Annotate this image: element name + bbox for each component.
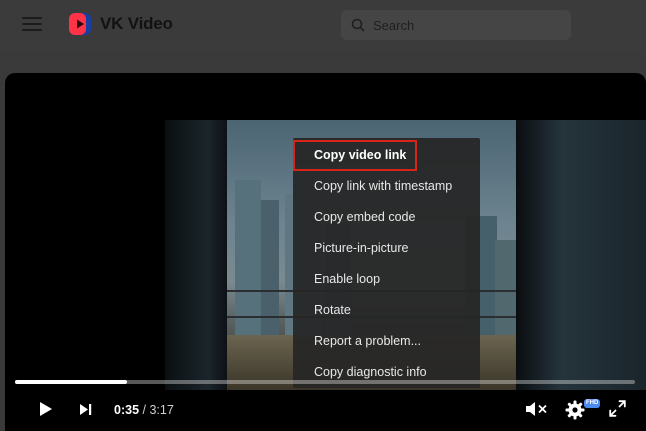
search-input[interactable] (373, 17, 553, 33)
progress-bar[interactable] (15, 380, 635, 384)
search-icon (351, 18, 365, 32)
video-player[interactable]: Copy video link Copy link with timestamp… (5, 73, 646, 431)
player-controls: 0:35 / 3:17 FHD (5, 391, 646, 431)
menu-item-copy-video-link[interactable]: Copy video link (293, 140, 417, 171)
top-bar: VK Video (0, 0, 646, 52)
play-icon[interactable] (39, 401, 53, 417)
fullscreen-icon[interactable] (609, 400, 626, 417)
settings-gear-icon[interactable] (565, 400, 585, 420)
time-display: 0:35 / 3:17 (114, 403, 174, 417)
quality-badge: FHD (584, 399, 601, 408)
menu-item-copy-link-with-timestamp[interactable]: Copy link with timestamp (293, 171, 480, 202)
menu-item-rotate[interactable]: Rotate (293, 295, 480, 326)
menu-item-copy-embed-code[interactable]: Copy embed code (293, 202, 480, 233)
duration: 3:17 (149, 403, 174, 417)
menu-hamburger-icon[interactable] (22, 15, 42, 33)
menu-item-picture-in-picture[interactable]: Picture-in-picture (293, 233, 480, 264)
search-box[interactable] (341, 10, 571, 40)
app-logo[interactable]: VK Video (68, 12, 173, 36)
player-context-menu: Copy video link Copy link with timestamp… (293, 138, 480, 388)
vk-video-logo-icon (69, 13, 91, 35)
menu-item-report-problem[interactable]: Report a problem... (293, 326, 480, 357)
next-icon[interactable] (79, 403, 92, 416)
progress-fill (15, 380, 127, 384)
app-name: VK Video (100, 14, 173, 33)
time-separator: / (142, 403, 146, 417)
menu-item-enable-loop[interactable]: Enable loop (293, 264, 480, 295)
current-time: 0:35 (114, 403, 140, 417)
mute-icon[interactable] (525, 400, 549, 418)
